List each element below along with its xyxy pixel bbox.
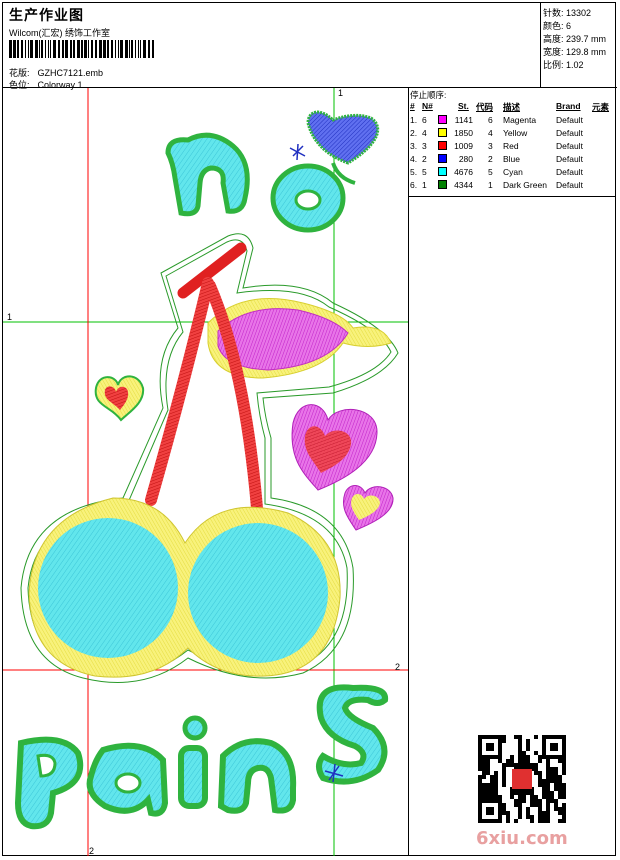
row-needle: 3 — [422, 141, 427, 151]
guide-label-v1: 1 — [338, 88, 343, 98]
row-index: 2. — [410, 128, 418, 138]
guide-label-v2: 2 — [89, 846, 94, 856]
watermark-logo: 6xiu.com — [476, 828, 568, 849]
row-brand: Default — [556, 141, 583, 151]
heart-blue — [306, 110, 380, 165]
stat-colors: 颜色: 6 — [543, 21, 572, 31]
stat-height: 高度: 239.7 mm — [543, 34, 607, 44]
stop-sequence-row: 6. 1 4344 1 Dark Green Default — [408, 180, 616, 193]
col-element: 元素 — [592, 102, 610, 112]
col-description: 描述 — [503, 102, 521, 112]
row-code: 1 — [488, 180, 493, 190]
stat-stitches: 针数: 13302 — [543, 8, 592, 18]
blue-sparkle-top — [289, 143, 306, 161]
row-index: 5. — [410, 167, 418, 177]
company-name: Wilcom(汇宏) 绣饰工作室 — [9, 28, 110, 38]
row-needle: 5 — [422, 167, 427, 177]
lettering-no — [165, 132, 346, 233]
color-swatch — [438, 154, 447, 163]
col-brand: Brand — [556, 101, 581, 111]
stop-sequence-panel: 停止顺序: # N# St. 代码 描述 Brand 元素 1. 6 1141 6 Ma… — [408, 88, 616, 197]
row-description: Dark Green — [503, 180, 547, 190]
stop-sequence-row: 5. 5 4676 5 Cyan Default — [408, 167, 616, 180]
stop-sequence-row: 2. 4 1850 4 Yellow Default — [408, 128, 616, 141]
color-swatch — [438, 141, 447, 150]
row-needle: 4 — [422, 128, 427, 138]
row-needle: 2 — [422, 154, 427, 164]
stop-sequence-row: 1. 6 1141 6 Magenta Default — [408, 115, 616, 128]
col-needle: N# — [422, 101, 433, 111]
stat-scale: 比例: 1.02 — [543, 60, 584, 70]
col-stitches: St. — [458, 101, 469, 111]
stop-sequence-header: # N# St. 代码 描述 Brand 元素 — [408, 101, 616, 113]
row-description: Red — [503, 141, 519, 151]
row-index: 4. — [410, 154, 418, 164]
row-stitches: 1850 — [454, 128, 473, 138]
color-swatch — [438, 180, 447, 189]
design-canvas[interactable]: 1 1 2 2 — [3, 88, 409, 856]
row-description: Blue — [503, 154, 521, 164]
barcode — [9, 40, 154, 58]
row-stitches: 1009 — [454, 141, 473, 151]
stop-sequence-row: 4. 2 280 2 Blue Default — [408, 154, 616, 167]
color-swatch — [438, 128, 447, 137]
embroidery-preview: 1 1 2 2 — [3, 88, 408, 856]
guide-label-h1: 1 — [7, 312, 12, 322]
row-brand: Default — [556, 128, 583, 138]
row-brand: Default — [556, 115, 583, 125]
row-code: 3 — [488, 141, 493, 151]
stem-left — [145, 277, 214, 506]
row-stitches: 4676 — [454, 167, 473, 177]
row-code: 5 — [488, 167, 493, 177]
row-index: 1. — [410, 115, 418, 125]
stat-width: 宽度: 129.8 mm — [543, 47, 607, 57]
row-stitches: 280 — [458, 154, 473, 164]
lettering-pains — [14, 684, 389, 830]
header: 生产作业图 Wilcom(汇宏) 绣饰工作室 花版: GZHC7121.emb … — [3, 3, 540, 90]
col-code: 代码 — [476, 102, 494, 112]
cherry-left — [38, 518, 178, 658]
row-index: 3. — [410, 141, 418, 151]
row-needle: 6 — [422, 115, 427, 125]
design-stats: 针数: 13302 颜色: 6 高度: 239.7 mm 宽度: 129.8 m… — [540, 3, 617, 88]
stop-sequence-title: 停止顺序: — [410, 90, 447, 100]
row-description: Yellow — [503, 128, 528, 138]
row-stitches: 4344 — [454, 180, 473, 190]
row-description: Magenta — [503, 115, 537, 125]
row-code: 4 — [488, 128, 493, 138]
row-stitches: 1141 — [454, 115, 473, 125]
page-title: 生产作业图 — [9, 7, 84, 23]
row-brand: Default — [556, 154, 583, 164]
row-index: 6. — [410, 180, 418, 190]
row-code: 6 — [488, 115, 493, 125]
color-swatch — [438, 115, 447, 124]
row-needle: 1 — [422, 180, 427, 190]
row-brand: Default — [556, 180, 583, 190]
design-file-name: GZHC7121.emb — [37, 68, 104, 78]
row-code: 2 — [488, 154, 493, 164]
col-index: # — [410, 101, 415, 111]
color-swatch — [438, 167, 447, 176]
row-brand: Default — [556, 167, 583, 177]
guide-label-h2: 2 — [395, 662, 400, 672]
row-description: Cyan — [503, 167, 523, 177]
cherry-right — [188, 523, 328, 663]
qr-code — [478, 735, 566, 823]
stop-sequence-row: 3. 3 1009 3 Red Default — [408, 141, 616, 154]
